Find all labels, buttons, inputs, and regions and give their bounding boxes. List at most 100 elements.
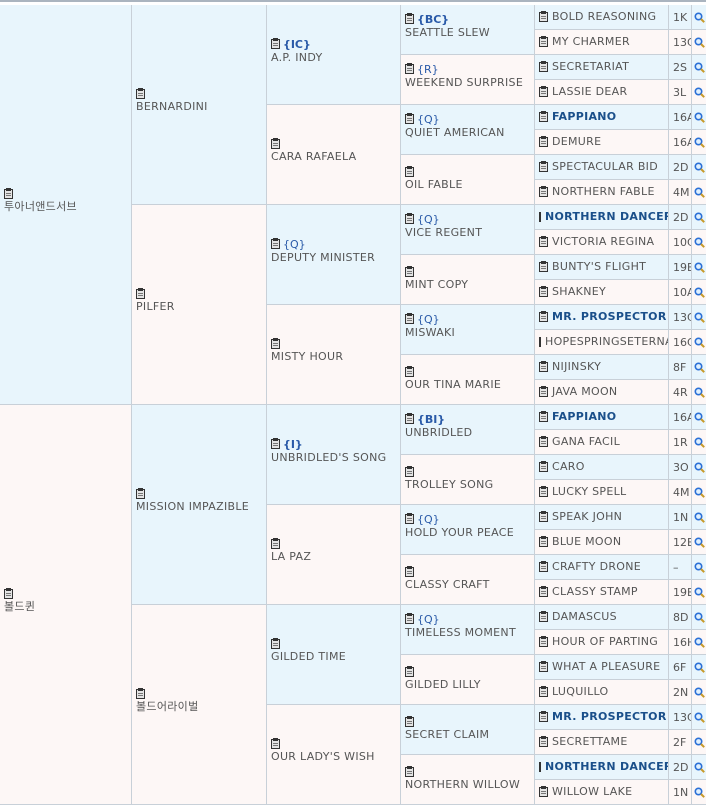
clipboard-icon[interactable] bbox=[405, 613, 414, 624]
horse-name[interactable]: LUCKY SPELL bbox=[552, 485, 626, 499]
clipboard-icon[interactable] bbox=[405, 566, 414, 577]
search-icon[interactable] bbox=[693, 61, 705, 73]
search-icon[interactable] bbox=[693, 311, 705, 323]
search-button[interactable] bbox=[692, 705, 706, 730]
clipboard-icon[interactable] bbox=[539, 86, 548, 97]
horse-name[interactable]: OUR TINA MARIE bbox=[405, 378, 532, 392]
search-icon[interactable] bbox=[693, 36, 705, 48]
clipboard-icon[interactable] bbox=[405, 266, 414, 277]
clipboard-icon[interactable] bbox=[539, 711, 548, 722]
clipboard-icon[interactable] bbox=[539, 686, 548, 697]
horse-name[interactable]: MISWAKI bbox=[405, 326, 532, 340]
horse-name[interactable]: FAPPIANO bbox=[552, 110, 616, 124]
clipboard-icon[interactable] bbox=[271, 338, 280, 349]
clipboard-icon[interactable] bbox=[405, 13, 414, 24]
horse-name[interactable]: VICTORIA REGINA bbox=[552, 235, 654, 249]
horse-name[interactable]: MINT COPY bbox=[405, 278, 532, 292]
clipboard-icon[interactable] bbox=[539, 11, 548, 22]
clipboard-icon[interactable] bbox=[539, 762, 541, 772]
clipboard-icon[interactable] bbox=[539, 311, 548, 322]
horse-name[interactable]: NORTHERN DANCER bbox=[545, 760, 668, 774]
search-button[interactable] bbox=[692, 755, 706, 780]
clipboard-icon[interactable] bbox=[405, 213, 414, 224]
clipboard-icon[interactable] bbox=[271, 538, 280, 549]
search-icon[interactable] bbox=[693, 261, 705, 273]
horse-name[interactable]: MISTY HOUR bbox=[271, 350, 398, 364]
search-button[interactable] bbox=[692, 480, 706, 505]
horse-name[interactable]: QUIET AMERICAN bbox=[405, 126, 532, 140]
horse-name[interactable]: MY CHARMER bbox=[552, 35, 630, 49]
search-button[interactable] bbox=[692, 680, 706, 705]
horse-name[interactable]: 볼드퀸 bbox=[4, 600, 129, 614]
horse-name[interactable]: CLASSY STAMP bbox=[552, 585, 638, 599]
search-icon[interactable] bbox=[693, 586, 705, 598]
clipboard-icon[interactable] bbox=[405, 513, 414, 524]
search-icon[interactable] bbox=[693, 561, 705, 573]
search-icon[interactable] bbox=[693, 636, 705, 648]
clipboard-icon[interactable] bbox=[405, 666, 414, 677]
horse-name[interactable]: OIL FABLE bbox=[405, 178, 532, 192]
clipboard-icon[interactable] bbox=[405, 466, 414, 477]
search-icon[interactable] bbox=[693, 86, 705, 98]
horse-name[interactable]: BERNARDINI bbox=[136, 100, 264, 114]
clipboard-icon[interactable] bbox=[136, 488, 145, 499]
horse-name[interactable]: DEPUTY MINISTER bbox=[271, 251, 398, 265]
search-button[interactable] bbox=[692, 405, 706, 430]
clipboard-icon[interactable] bbox=[539, 461, 548, 472]
clipboard-icon[interactable] bbox=[539, 261, 548, 272]
clipboard-icon[interactable] bbox=[539, 161, 548, 172]
clipboard-icon[interactable] bbox=[405, 63, 414, 74]
search-button[interactable] bbox=[692, 730, 706, 755]
clipboard-icon[interactable] bbox=[136, 88, 145, 99]
horse-name[interactable]: LASSIE DEAR bbox=[552, 85, 627, 99]
horse-name[interactable]: CRAFTY DRONE bbox=[552, 560, 641, 574]
clipboard-icon[interactable] bbox=[405, 716, 414, 727]
horse-name[interactable]: DEMURE bbox=[552, 135, 601, 149]
search-button[interactable] bbox=[692, 255, 706, 280]
clipboard-icon[interactable] bbox=[539, 361, 548, 372]
horse-name[interactable]: PILFER bbox=[136, 300, 264, 314]
horse-name[interactable]: DAMASCUS bbox=[552, 610, 617, 624]
horse-name[interactable]: NORTHERN FABLE bbox=[552, 185, 655, 199]
horse-name[interactable]: BLUE MOON bbox=[552, 535, 621, 549]
horse-name[interactable]: GILDED LILLY bbox=[405, 678, 532, 692]
clipboard-icon[interactable] bbox=[136, 288, 145, 299]
clipboard-icon[interactable] bbox=[539, 636, 548, 647]
clipboard-icon[interactable] bbox=[539, 186, 548, 197]
horse-name[interactable]: SECRET CLAIM bbox=[405, 728, 532, 742]
clipboard-icon[interactable] bbox=[539, 212, 541, 222]
horse-name[interactable]: CARA RAFAELA bbox=[271, 150, 398, 164]
search-button[interactable] bbox=[692, 305, 706, 330]
horse-name[interactable]: HOLD YOUR PEACE bbox=[405, 526, 532, 540]
horse-name[interactable]: CLASSY CRAFT bbox=[405, 578, 532, 592]
clipboard-icon[interactable] bbox=[405, 113, 414, 124]
horse-name[interactable]: GILDED TIME bbox=[271, 650, 398, 664]
clipboard-icon[interactable] bbox=[539, 436, 548, 447]
search-button[interactable] bbox=[692, 780, 706, 805]
search-button[interactable] bbox=[692, 630, 706, 655]
horse-name[interactable]: LA PAZ bbox=[271, 550, 398, 564]
search-icon[interactable] bbox=[693, 236, 705, 248]
search-icon[interactable] bbox=[693, 386, 705, 398]
search-icon[interactable] bbox=[693, 461, 705, 473]
search-icon[interactable] bbox=[693, 686, 705, 698]
clipboard-icon[interactable] bbox=[4, 188, 13, 199]
horse-name[interactable]: A.P. INDY bbox=[271, 51, 398, 65]
search-icon[interactable] bbox=[693, 136, 705, 148]
clipboard-icon[interactable] bbox=[539, 36, 548, 47]
clipboard-icon[interactable] bbox=[539, 386, 548, 397]
clipboard-icon[interactable] bbox=[136, 688, 145, 699]
horse-name[interactable]: SPECTACULAR BID bbox=[552, 160, 658, 174]
horse-name[interactable]: WEEKEND SURPRISE bbox=[405, 76, 532, 90]
clipboard-icon[interactable] bbox=[271, 738, 280, 749]
search-button[interactable] bbox=[692, 155, 706, 180]
search-icon[interactable] bbox=[693, 661, 705, 673]
search-button[interactable] bbox=[692, 180, 706, 205]
horse-name[interactable]: GANA FACIL bbox=[552, 435, 620, 449]
clipboard-icon[interactable] bbox=[405, 166, 414, 177]
search-icon[interactable] bbox=[693, 161, 705, 173]
horse-name[interactable]: SHAKNEY bbox=[552, 285, 606, 299]
search-button[interactable] bbox=[692, 280, 706, 305]
search-button[interactable] bbox=[692, 455, 706, 480]
search-icon[interactable] bbox=[693, 536, 705, 548]
